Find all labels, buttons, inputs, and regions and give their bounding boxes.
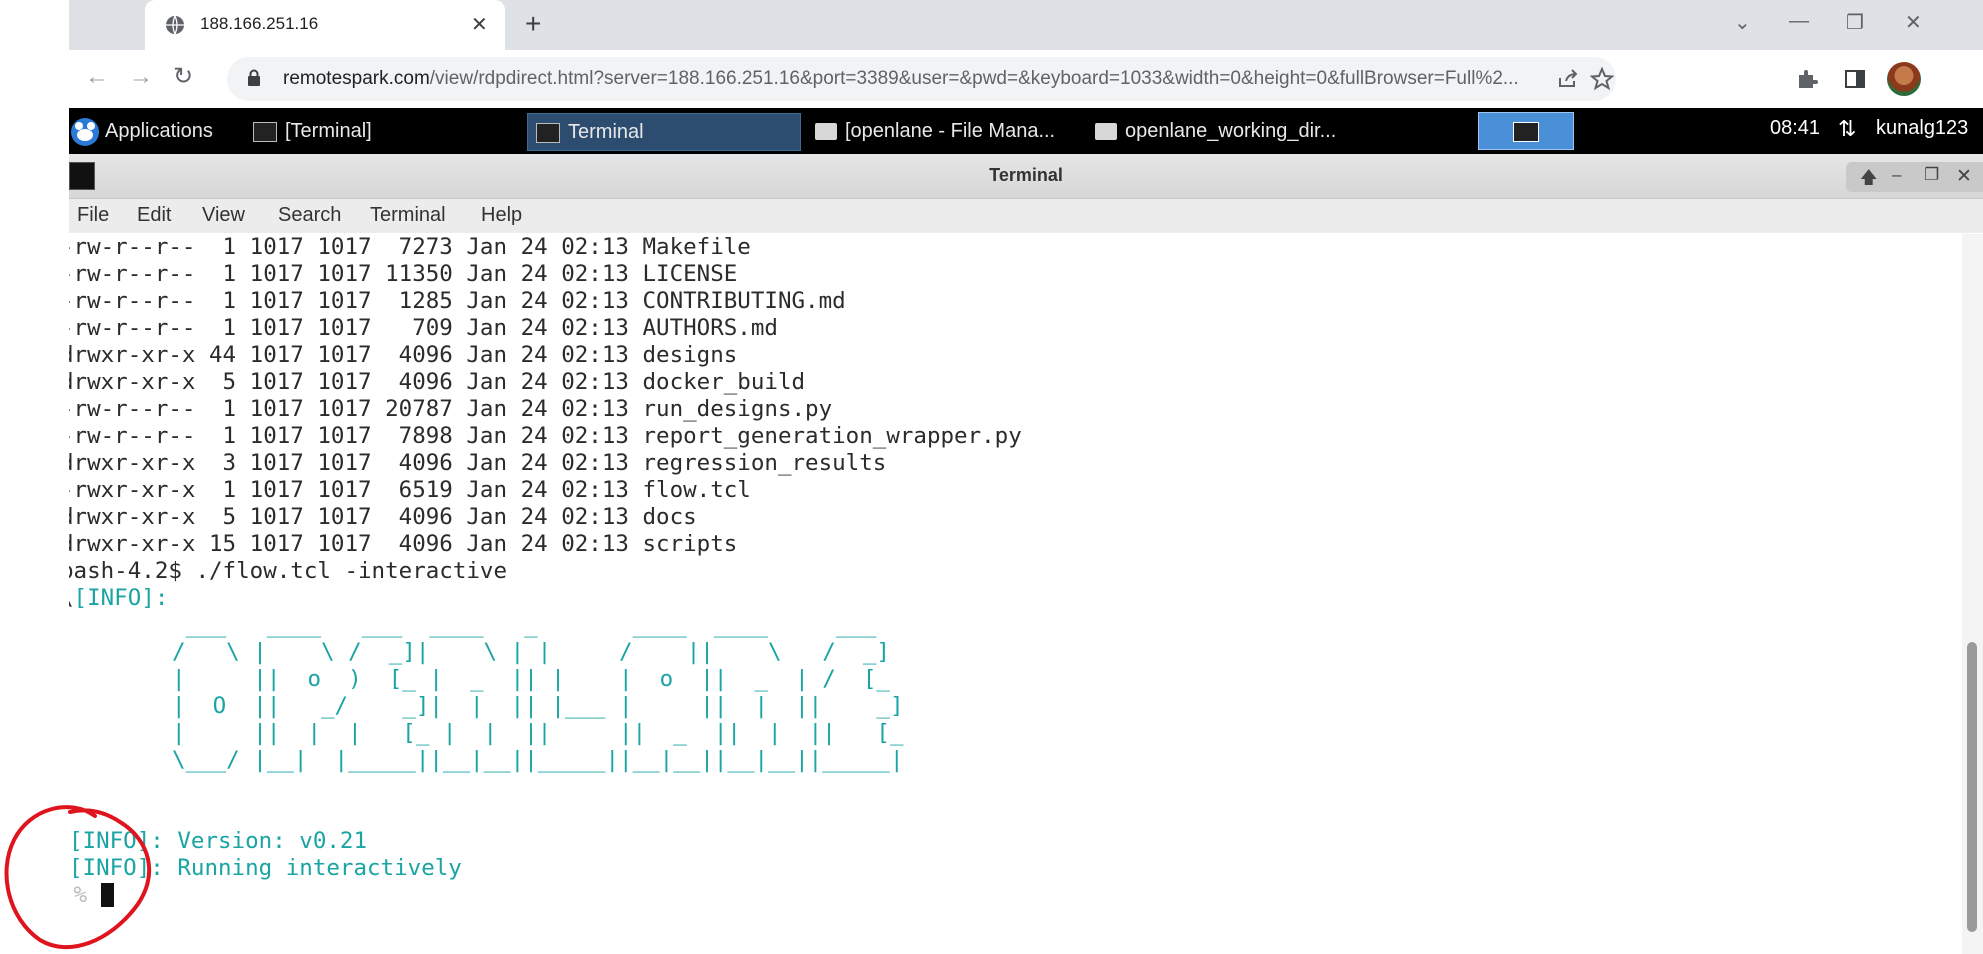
network-arrows-icon[interactable]: ⇅ bbox=[1838, 116, 1856, 142]
close-icon[interactable]: ✕ bbox=[1956, 165, 1972, 188]
terminal-icon bbox=[253, 121, 277, 142]
close-window-icon[interactable]: ✕ bbox=[1905, 10, 1922, 35]
globe-icon bbox=[166, 15, 184, 35]
window-titlebar[interactable]: Terminal bbox=[69, 154, 1983, 199]
lock-icon bbox=[248, 69, 260, 86]
terminal-menubar: File Edit View Search Terminal Help bbox=[69, 199, 1983, 233]
ascii-line: / \ | \ / _]| \ | | / || \ / _] bbox=[172, 639, 890, 665]
listing-line: -rwxr-xr-x 1 1017 1017 6519 Jan 24 02:13… bbox=[69, 477, 751, 503]
restore-icon[interactable]: ❐ bbox=[1846, 10, 1864, 35]
folder-icon bbox=[1095, 123, 1117, 141]
terminal-icon bbox=[1513, 122, 1539, 142]
reload-icon[interactable]: ↻ bbox=[173, 62, 193, 92]
url-host: remotespark.com bbox=[283, 68, 430, 89]
listing-line: -rw-r--r-- 1 1017 1017 7898 Jan 24 02:13… bbox=[69, 423, 1022, 449]
listing-line: -rw-r--r-- 1 1017 1017 11350 Jan 24 02:1… bbox=[69, 261, 738, 287]
menu-search[interactable]: Search bbox=[278, 204, 341, 227]
back-arrow-icon[interactable]: ← bbox=[85, 62, 109, 92]
forward-arrow-icon[interactable]: → bbox=[129, 62, 153, 92]
menu-help[interactable]: Help bbox=[481, 204, 522, 227]
url-path: /view/rdpdirect.html?server=188.166.251.… bbox=[429, 68, 1519, 89]
taskbar-item-working-dir[interactable]: openlane_working_dir... bbox=[1089, 113, 1381, 149]
window-title: Terminal bbox=[989, 165, 1063, 185]
info-header: [INFO]: bbox=[73, 585, 169, 611]
tab-close-icon[interactable]: ✕ bbox=[471, 12, 488, 37]
taskbar-item-terminal[interactable]: Terminal bbox=[527, 113, 801, 151]
taskbar-item-label: [Terminal] bbox=[285, 120, 372, 142]
terminal-scrollbar[interactable] bbox=[1962, 234, 1983, 954]
desktop-panel: Applications [Terminal] Terminal [openla… bbox=[69, 108, 1983, 154]
scrollbar-thumb[interactable] bbox=[1967, 642, 1977, 932]
listing-line: drwxr-xr-x 5 1017 1017 4096 Jan 24 02:13… bbox=[69, 504, 697, 530]
listing-line: drwxr-xr-x 3 1017 1017 4096 Jan 24 02:13… bbox=[69, 450, 887, 476]
panel-clock[interactable]: 08:41 bbox=[1770, 113, 1820, 143]
extensions-puzzle-icon[interactable] bbox=[1795, 67, 1819, 91]
listing-line: -rw-r--r-- 1 1017 1017 709 Jan 24 02:13 … bbox=[69, 315, 778, 341]
browser-tab[interactable]: 188.166.251.16 ✕ bbox=[145, 0, 505, 50]
profile-avatar[interactable] bbox=[1887, 62, 1921, 96]
command-line: bash-4.2$ ./flow.tcl -interactive bbox=[69, 558, 508, 584]
ascii-line: ___ ____ ___ ____ _ ____ ____ ___ bbox=[172, 612, 877, 638]
terminal-output[interactable]: -rw-r--r-- 1 1017 1017 7273 Jan 24 02:13… bbox=[69, 234, 1962, 954]
taskbar-item-label: openlane_working_dir... bbox=[1125, 120, 1337, 142]
tab-title: 188.166.251.16 bbox=[200, 14, 319, 33]
menu-terminal[interactable]: Terminal bbox=[370, 204, 446, 227]
menu-edit[interactable]: Edit bbox=[137, 204, 171, 227]
shade-arrow-icon[interactable]: 🡅 bbox=[1860, 165, 1877, 194]
ascii-line: | O || _/ _]| | || |___ | || | || _] bbox=[172, 693, 904, 719]
applications-menu[interactable]: Applications bbox=[69, 113, 234, 149]
taskbar-item-terminal-minimized[interactable]: [Terminal] bbox=[245, 113, 515, 149]
new-tab-button[interactable]: + bbox=[525, 9, 541, 39]
taskbar-item-label: Terminal bbox=[568, 121, 644, 143]
listing-line: drwxr-xr-x 44 1017 1017 4096 Jan 24 02:1… bbox=[69, 342, 738, 368]
browser-toolbar: ← → ↻ remotespark.com/view/rdpdirect.htm… bbox=[69, 50, 1983, 109]
listing-line: -rw-r--r-- 1 1017 1017 1285 Jan 24 02:13… bbox=[69, 288, 846, 314]
ascii-line: | || o ) [_ | _ || | | o || _ | / [_ bbox=[172, 666, 890, 692]
openlane-ascii-banner: ___ ____ ___ ____ _ ____ ____ ___ / \ | … bbox=[172, 612, 904, 774]
ascii-line: | || | | [_ | | || || _ || | || [_ bbox=[172, 720, 904, 746]
workspace-switcher[interactable] bbox=[1478, 112, 1574, 150]
tab-search-chevron-icon[interactable]: ⌄ bbox=[1734, 10, 1751, 35]
panel-username[interactable]: kunalg123 bbox=[1876, 113, 1968, 143]
taskbar-item-label: [openlane - File Mana... bbox=[845, 120, 1056, 142]
address-bar[interactable]: remotespark.com/view/rdpdirect.html?serv… bbox=[227, 57, 1616, 101]
xfce-mouse-icon bbox=[71, 117, 99, 146]
url-text: remotespark.com/view/rdpdirect.html?serv… bbox=[283, 68, 1519, 90]
annotation-circle bbox=[4, 805, 152, 950]
listing-line: -rw-r--r-- 1 1017 1017 20787 Jan 24 02:1… bbox=[69, 396, 833, 422]
menu-view[interactable]: View bbox=[202, 204, 245, 227]
bookmark-star-icon[interactable] bbox=[1590, 67, 1614, 91]
minimize-icon[interactable]: — bbox=[1789, 10, 1809, 33]
ascii-line: \___/ |__| |_____||__|__||_____||__|__||… bbox=[172, 747, 904, 773]
side-panel-icon[interactable] bbox=[1843, 67, 1867, 91]
browser-tab-strip: 188.166.251.16 ✕ + ⌄ — ❐ ✕ bbox=[69, 0, 1983, 50]
listing-line: drwxr-xr-x 15 1017 1017 4096 Jan 24 02:1… bbox=[69, 531, 738, 557]
taskbar-item-file-manager[interactable]: [openlane - File Mana... bbox=[809, 113, 1085, 149]
minimize-icon[interactable]: – bbox=[1892, 165, 1901, 185]
applications-label: Applications bbox=[105, 120, 213, 142]
share-icon[interactable] bbox=[1556, 67, 1580, 91]
window-controls: 🡅 – ❐ ✕ bbox=[1846, 162, 1983, 192]
maximize-icon[interactable]: ❐ bbox=[1924, 165, 1939, 185]
folder-icon bbox=[815, 123, 837, 141]
terminal-icon bbox=[536, 122, 560, 143]
listing-line: drwxr-xr-x 5 1017 1017 4096 Jan 24 02:13… bbox=[69, 369, 806, 395]
menu-file[interactable]: File bbox=[77, 204, 109, 227]
listing-line: -rw-r--r-- 1 1017 1017 7273 Jan 24 02:13… bbox=[69, 234, 751, 260]
